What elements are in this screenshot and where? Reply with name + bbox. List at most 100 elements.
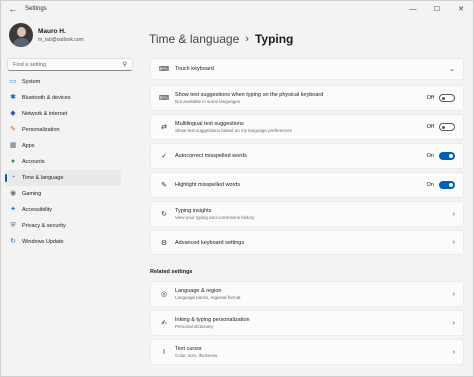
- highlight-toggle[interactable]: [439, 181, 455, 189]
- keyboard-icon: ⌨: [159, 66, 170, 73]
- show-suggestions-state: Off: [426, 95, 434, 101]
- sidebar-item-windows-update[interactable]: ↻ Windows Update: [5, 234, 121, 250]
- minimize-button[interactable]: —: [401, 1, 425, 17]
- multilingual-sub: Show text suggestions based on my langua…: [175, 128, 292, 133]
- inking-typing-sub: Personal dictionary: [175, 324, 214, 329]
- chevron-right-icon: ›: [452, 348, 455, 356]
- touch-keyboard-card[interactable]: ⌨ Touch keyboard ⌄: [150, 58, 464, 80]
- highlight-icon: ✎: [161, 182, 167, 189]
- shield-icon: ⛨: [10, 222, 16, 229]
- sidebar-item-accounts[interactable]: ● Accounts: [5, 154, 121, 170]
- multilingual-card: ⇄ Multilingual text suggestions Show tex…: [150, 114, 464, 140]
- chevron-right-icon: ›: [452, 210, 455, 218]
- brush-icon: ✎: [10, 126, 16, 133]
- text-cursor-card[interactable]: Ⅰ Text cursor Color, size, thickness ›: [150, 339, 464, 365]
- sidebar-item-label: Accounts: [22, 159, 45, 165]
- sidebar-item-system[interactable]: ▭ System: [5, 74, 121, 90]
- show-suggestions-sub: Not available in some languages: [175, 99, 241, 104]
- user-profile[interactable]: Mauro H. m_lab@outlook.com: [9, 23, 84, 47]
- wifi-icon: ◆: [10, 110, 16, 117]
- text-cursor-title: Text cursor: [175, 346, 202, 352]
- sidebar-item-label: Privacy & security: [22, 223, 66, 229]
- show-suggestions-card: ⌨ Show text suggestions when typing on t…: [150, 85, 464, 111]
- update-icon: ↻: [10, 238, 16, 245]
- globe-clock-icon: ◔: [10, 174, 16, 181]
- app-title: Settings: [25, 6, 47, 12]
- sidebar-item-label: Time & language: [22, 175, 64, 181]
- inking-typing-card[interactable]: ✍ Inking & typing personalization Person…: [150, 310, 464, 336]
- autocorrect-icon: ✓: [161, 153, 167, 160]
- avatar: [9, 23, 33, 47]
- profile-name: Mauro H.: [38, 27, 66, 35]
- chevron-right-icon: ›: [452, 290, 455, 298]
- back-button[interactable]: ←: [5, 1, 21, 17]
- autocorrect-toggle[interactable]: [439, 152, 455, 160]
- show-suggestions-toggle[interactable]: [439, 94, 455, 102]
- autocorrect-card: ✓ Autocorrect misspelled words On: [150, 143, 464, 169]
- breadcrumb-separator-icon: ›: [245, 33, 249, 45]
- search-icon[interactable]: ⚲: [123, 61, 127, 68]
- typing-insights-title: Typing insights: [175, 208, 212, 214]
- settings-window: ← Settings — ☐ ✕ Mauro H. m_lab@outlook.…: [0, 0, 474, 377]
- language-region-sub: Language packs, regional format: [175, 295, 241, 300]
- sidebar-item-personalization[interactable]: ✎ Personalization: [5, 122, 121, 138]
- typing-insights-card[interactable]: ↻ Typing insights View your typing and c…: [150, 201, 464, 227]
- typing-insights-sub: View your typing and corrections history: [175, 215, 255, 220]
- sidebar-item-privacy-security[interactable]: ⛨ Privacy & security: [5, 218, 121, 234]
- keyboard-icon: ⌨: [159, 95, 170, 102]
- sidebar-item-label: Apps: [22, 143, 35, 149]
- sidebar-item-label: Accessibility: [22, 207, 52, 213]
- inking-typing-title: Inking & typing personalization: [175, 317, 250, 323]
- sidebar-item-apps[interactable]: ▦ Apps: [5, 138, 121, 154]
- search-input[interactable]: Find a setting ⚲: [7, 58, 133, 71]
- sidebar-item-label: System: [22, 79, 41, 85]
- title-bar: ← Settings — ☐ ✕: [1, 1, 473, 17]
- touch-keyboard-title: Touch keyboard: [175, 66, 214, 72]
- window-controls: — ☐ ✕: [401, 1, 473, 17]
- sidebar-item-label: Gaming: [22, 191, 42, 197]
- related-settings-heading: Related settings: [150, 269, 193, 275]
- text-cursor-sub: Color, size, thickness: [175, 353, 218, 358]
- sidebar-item-label: Windows Update: [22, 239, 64, 245]
- cursor-icon: Ⅰ: [162, 349, 166, 356]
- page-title: Typing: [254, 32, 294, 46]
- maximize-button[interactable]: ☐: [425, 1, 449, 17]
- chevron-right-icon: ›: [452, 319, 455, 327]
- sidebar-item-label: Network & internet: [22, 111, 68, 117]
- bluetooth-icon: ✱: [10, 94, 16, 101]
- sidebar-item-gaming[interactable]: ◉ Gaming: [5, 186, 121, 202]
- language-region-card[interactable]: ◎ Language & region Language packs, regi…: [150, 281, 464, 307]
- profile-email: m_lab@outlook.com: [38, 36, 84, 43]
- language-region-title: Language & region: [175, 288, 222, 294]
- breadcrumb-parent[interactable]: Time & language: [149, 32, 239, 46]
- sidebar-item-time-language[interactable]: ◔ Time & language: [5, 170, 121, 186]
- apps-icon: ▦: [9, 142, 17, 149]
- sidebar-item-network-internet[interactable]: ◆ Network & internet: [5, 106, 121, 122]
- sidebar-item-label: Bluetooth & devices: [22, 95, 71, 101]
- chevron-right-icon: ›: [452, 239, 455, 246]
- chevron-down-icon[interactable]: ⌄: [449, 65, 455, 73]
- accessibility-icon: ✦: [10, 206, 16, 213]
- advanced-keyboard-card[interactable]: ⚙ Advanced keyboard settings ›: [150, 230, 464, 255]
- advanced-keyboard-title: Advanced keyboard settings: [175, 239, 245, 246]
- sidebar-item-accessibility[interactable]: ✦ Accessibility: [5, 202, 121, 218]
- sidebar-nav: ▭ System ✱ Bluetooth & devices ◆ Network & in…: [5, 74, 121, 250]
- close-button[interactable]: ✕: [449, 1, 473, 17]
- gear-icon: ⚙: [160, 239, 168, 247]
- multilingual-state: Off: [426, 124, 434, 130]
- search-placeholder: Find a setting: [13, 61, 47, 68]
- autocorrect-title: Autocorrect misspelled words: [175, 153, 247, 159]
- language-icon: ◎: [160, 291, 168, 298]
- show-suggestions-title: Show text suggestions when typing on the…: [175, 92, 324, 98]
- gamepad-icon: ◉: [9, 190, 17, 197]
- sidebar-item-bluetooth-devices[interactable]: ✱ Bluetooth & devices: [5, 90, 121, 106]
- multilingual-toggle[interactable]: [439, 123, 455, 131]
- monitor-icon: ▭: [9, 78, 17, 85]
- breadcrumb: Time & language › Typing: [149, 32, 293, 46]
- multilingual-icon: ⇄: [161, 124, 167, 131]
- pen-icon: ✍: [161, 320, 167, 327]
- highlight-title: Highlight misspelled words: [175, 182, 241, 188]
- autocorrect-state: On: [426, 153, 434, 159]
- sidebar-item-label: Personalization: [22, 127, 60, 133]
- person-icon: ●: [10, 158, 16, 165]
